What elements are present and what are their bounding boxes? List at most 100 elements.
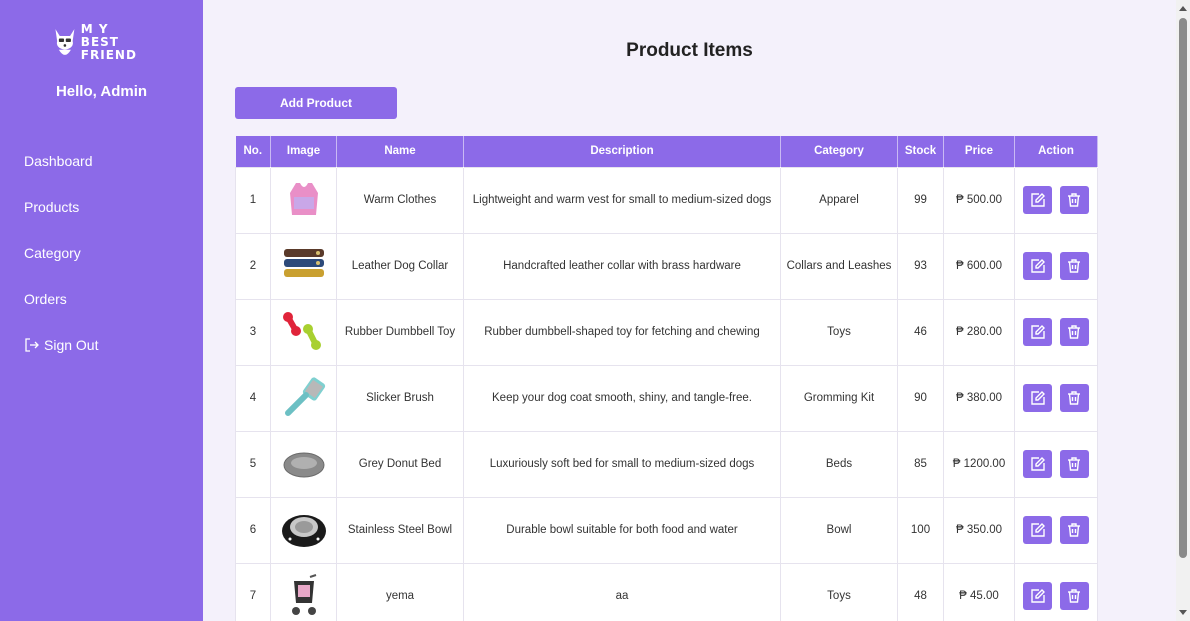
edit-button[interactable]: [1023, 450, 1053, 478]
cell-price: ₱ 350.00: [943, 496, 1015, 564]
cell-price: ₱ 600.00: [943, 232, 1015, 300]
cell-stock: 99: [897, 166, 944, 234]
cell-category: Collars and Leashes: [780, 232, 898, 300]
cell-no: 5: [235, 430, 271, 498]
cell-name: Stainless Steel Bowl: [336, 496, 464, 564]
cell-category: Toys: [780, 298, 898, 366]
cell-stock: 90: [897, 364, 944, 432]
cell-description: aa: [463, 562, 781, 621]
table-row: 3 Rubber Dumbbell Toy Rubber dumbbell-sh…: [235, 298, 1098, 366]
sidebar-item-label: Products: [24, 199, 80, 215]
scroll-up-arrow-icon[interactable]: [1179, 6, 1187, 11]
table-row: 7 yema aa Toys 48 ₱ 45.00: [235, 562, 1098, 621]
trash-icon: [1068, 589, 1081, 603]
edit-icon: [1031, 391, 1045, 405]
cell-name: Warm Clothes: [336, 166, 464, 234]
cell-name: Slicker Brush: [336, 364, 464, 432]
scroll-thumb[interactable]: [1179, 18, 1187, 558]
cell-price: ₱ 1200.00: [943, 430, 1015, 498]
cell-name: yema: [336, 562, 464, 621]
logo-line-1: M Y BEST: [80, 21, 119, 49]
page-title: Product Items: [626, 40, 753, 61]
edit-icon: [1031, 325, 1045, 339]
edit-icon: [1031, 193, 1045, 207]
cell-stock: 85: [897, 430, 944, 498]
bowl-image: [279, 504, 328, 553]
trash-icon: [1068, 259, 1081, 273]
table-row: 4 Slicker Brush Keep your dog coat smoot…: [235, 364, 1098, 432]
delete-button[interactable]: [1059, 384, 1089, 412]
edit-icon: [1031, 589, 1045, 603]
cell-category: Toys: [780, 562, 898, 621]
delete-button[interactable]: [1059, 450, 1089, 478]
cell-category: Apparel: [780, 166, 898, 234]
cell-category: Bowl: [780, 496, 898, 564]
cell-price: ₱ 45.00: [943, 562, 1015, 621]
delete-button[interactable]: [1059, 516, 1089, 544]
logo-line-2: FRIEND: [80, 47, 137, 62]
table-row: 5 Grey Donut Bed Luxuriously soft bed fo…: [235, 430, 1098, 498]
cell-description: Keep your dog coat smooth, shiny, and ta…: [463, 364, 781, 432]
cell-stock: 46: [897, 298, 944, 366]
trash-icon: [1068, 457, 1081, 471]
edit-button[interactable]: [1023, 516, 1053, 544]
cell-no: 1: [235, 166, 271, 234]
cell-price: ₱ 500.00: [943, 166, 1015, 234]
sidebar-item-dashboard[interactable]: Dashboard: [24, 151, 98, 171]
delete-button[interactable]: [1059, 582, 1089, 610]
sidebar-item-orders[interactable]: Orders: [24, 289, 98, 309]
cell-no: 3: [235, 298, 271, 366]
edit-button[interactable]: [1023, 384, 1053, 412]
main-content: Product Items Add Product No. Image Name…: [203, 0, 1176, 621]
sidebar-item-category[interactable]: Category: [24, 243, 98, 263]
edit-button[interactable]: [1023, 252, 1053, 280]
trash-icon: [1068, 193, 1081, 207]
dog-logo-icon: [55, 29, 75, 55]
brush-image: [279, 372, 328, 421]
edit-button[interactable]: [1023, 186, 1053, 214]
cell-stock: 48: [897, 562, 944, 621]
bed-image: [279, 438, 328, 487]
scroll-down-arrow-icon[interactable]: [1179, 610, 1187, 615]
sidebar-nav: Dashboard Products Category Orders Sign …: [24, 151, 98, 381]
table-row: 6 Stainless Steel Bowl Durable bowl suit…: [235, 496, 1098, 564]
table-header: No. Image Name Description Category Stoc…: [235, 136, 1098, 167]
sidebar-item-sign-out[interactable]: Sign Out: [24, 335, 98, 355]
trash-icon: [1068, 523, 1081, 537]
cell-name: Grey Donut Bed: [336, 430, 464, 498]
cell-stock: 93: [897, 232, 944, 300]
greeting: Hello, Admin: [55, 83, 148, 100]
cell-no: 4: [235, 364, 271, 432]
sidebar-item-label: Dashboard: [24, 153, 93, 169]
cell-no: 2: [235, 232, 271, 300]
vertical-scrollbar[interactable]: [1176, 0, 1190, 621]
column-header: Description: [463, 136, 781, 167]
table-row: 1 Warm Clothes Lightweight and warm vest…: [235, 166, 1098, 234]
collar-image: [279, 240, 328, 289]
cell-description: Rubber dumbbell-shaped toy for fetching …: [463, 298, 781, 366]
cell-category: Beds: [780, 430, 898, 498]
vest-image: [279, 174, 328, 223]
cell-name: Leather Dog Collar: [336, 232, 464, 300]
edit-button[interactable]: [1023, 582, 1053, 610]
cell-no: 6: [235, 496, 271, 564]
sidebar-item-label: Category: [24, 245, 81, 261]
cell-price: ₱ 280.00: [943, 298, 1015, 366]
column-header: Stock: [897, 136, 944, 167]
cell-category: Gromming Kit: [780, 364, 898, 432]
cell-description: Handcrafted leather collar with brass ha…: [463, 232, 781, 300]
edit-icon: [1031, 457, 1045, 471]
delete-button[interactable]: [1059, 252, 1089, 280]
sign-out-icon: [24, 337, 40, 353]
delete-button[interactable]: [1059, 318, 1089, 346]
edit-icon: [1031, 523, 1045, 537]
add-product-button[interactable]: Add Product: [235, 87, 397, 119]
delete-button[interactable]: [1059, 186, 1089, 214]
brand-logo[interactable]: M Y BEST FRIEND: [52, 20, 142, 64]
sidebar-item-products[interactable]: Products: [24, 197, 98, 217]
stroller-image: [279, 570, 328, 619]
column-header: Image: [270, 136, 337, 167]
cell-description: Durable bowl suitable for both food and …: [463, 496, 781, 564]
trash-icon: [1068, 391, 1081, 405]
edit-button[interactable]: [1023, 318, 1053, 346]
